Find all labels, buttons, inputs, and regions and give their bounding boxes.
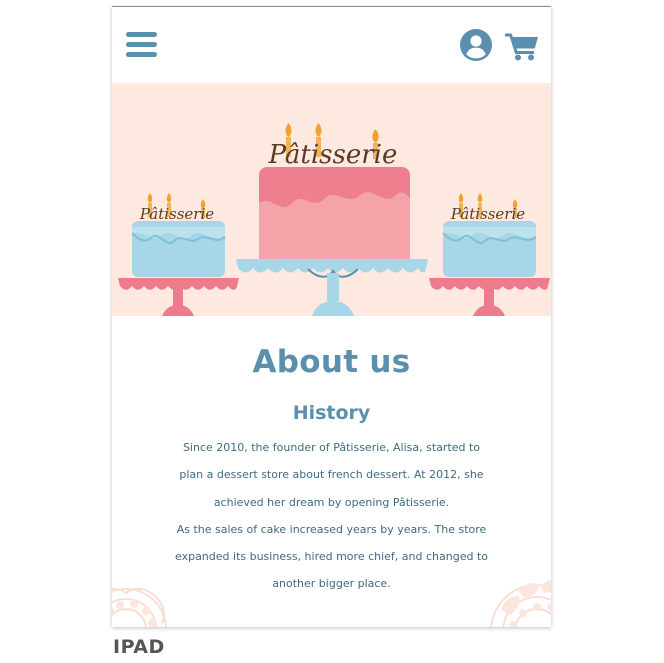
left-cake: Pâtisserie	[118, 193, 239, 316]
about-section: About us History Since 2010, the founder…	[112, 316, 551, 627]
about-us-heading: About us	[252, 344, 411, 380]
hero-banner: Pâtisserie Pâtisserie Pâtisserie	[112, 83, 551, 316]
history-line: achieved her dream by opening Pâtisserie…	[213, 495, 450, 509]
right-cake: Pâtisserie	[429, 193, 550, 316]
history-paragraph: Since 2010, the founder of Pâtisserie, A…	[152, 434, 511, 598]
right-cake-brand: Pâtisserie	[450, 205, 525, 223]
center-cake: Pâtisserie	[236, 123, 428, 316]
device-caption: IPAD	[113, 636, 165, 658]
history-heading: History	[292, 402, 371, 424]
shopping-cart-icon[interactable]	[505, 31, 539, 61]
cakes-illustration: Pâtisserie Pâtisserie Pâtisserie	[118, 123, 550, 316]
user-circle-icon[interactable]	[460, 29, 492, 61]
left-cake-brand: Pâtisserie	[139, 205, 214, 223]
history-line: As the sales of cake increased years by …	[176, 522, 487, 536]
history-line: plan a dessert store about french desser…	[179, 468, 484, 482]
history-line: expanded its business, hired more chief,…	[175, 550, 488, 564]
hamburger-menu-icon[interactable]	[126, 32, 158, 58]
history-line: Since 2010, the founder of Pâtisserie, A…	[182, 441, 481, 454]
center-cake-brand: Pâtisserie	[268, 140, 398, 170]
ipad-frame: Pâtisserie Pâtisserie Pâtisserie About u…	[112, 6, 551, 627]
history-line: another bigger place.	[272, 577, 391, 591]
top-navigation-bar	[112, 7, 551, 83]
